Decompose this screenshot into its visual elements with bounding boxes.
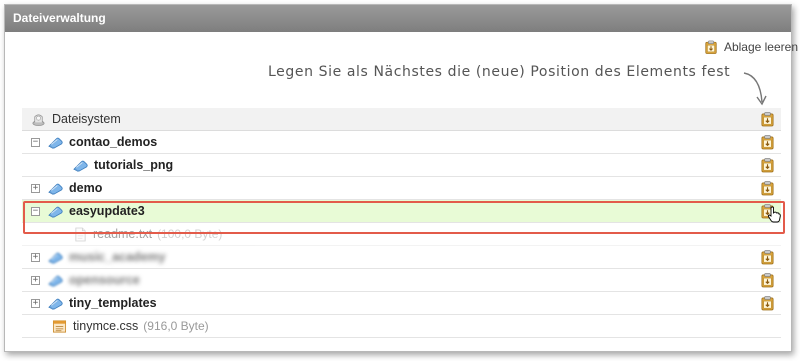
paste-into-icon[interactable] — [760, 157, 775, 173]
file-label[interactable]: tinymce.css — [73, 319, 138, 333]
file-icon — [74, 227, 87, 242]
file-tree: Dateisystem − contao_demos tutorials_png… — [22, 108, 781, 338]
folder-label[interactable]: opensource — [69, 273, 140, 287]
paste-into-icon[interactable] — [760, 111, 775, 127]
folder-label[interactable]: tutorials_png — [94, 158, 173, 172]
paste-into-icon[interactable] — [760, 249, 775, 265]
folder-icon — [47, 182, 64, 195]
folder-label[interactable]: contao_demos — [69, 135, 157, 149]
window-title: Dateiverwaltung — [5, 5, 791, 32]
paste-into-icon[interactable] — [760, 295, 775, 311]
folder-row-tiny-templates: + tiny_templates — [22, 292, 781, 315]
collapse-toggle[interactable]: − — [31, 137, 40, 147]
folder-icon — [47, 136, 64, 149]
file-size: (100,0 Byte) — [157, 227, 223, 241]
tree-root-row: Dateisystem — [22, 108, 781, 131]
expand-toggle[interactable]: + — [31, 252, 40, 262]
folder-row-contao-demos: − contao_demos — [22, 131, 781, 154]
hand-cursor-icon — [767, 206, 781, 223]
collapse-toggle[interactable]: − — [31, 206, 40, 216]
folder-icon — [47, 205, 64, 218]
file-row-readme: readme.txt (100,0 Byte) — [22, 223, 781, 246]
clear-clipboard-link[interactable]: Ablage leeren — [704, 38, 798, 56]
folder-row-blurred-1: + music_academy — [22, 246, 781, 269]
annotation-arrow-icon — [743, 72, 767, 106]
folder-icon — [47, 251, 64, 264]
tree-root-label: Dateisystem — [52, 112, 121, 126]
folder-icon — [47, 274, 64, 287]
folder-row-tutorials-png: tutorials_png — [22, 154, 781, 177]
file-label[interactable]: readme.txt — [93, 227, 152, 241]
clipboard-icon — [704, 40, 718, 54]
expand-toggle[interactable]: + — [31, 298, 40, 308]
paste-into-icon[interactable] — [760, 180, 775, 196]
expand-toggle[interactable]: + — [31, 183, 40, 193]
folder-label[interactable]: music_academy — [69, 250, 166, 264]
folder-label[interactable]: tiny_templates — [69, 296, 157, 310]
folder-label[interactable]: easyupdate3 — [69, 204, 145, 218]
folder-row-blurred-2: + opensource — [22, 269, 781, 292]
instruction-annotation: Legen Sie als Nächstes die (neue) Positi… — [268, 64, 731, 80]
clear-clipboard-label: Ablage leeren — [723, 40, 798, 54]
file-size: (916,0 Byte) — [143, 319, 209, 333]
paste-into-icon[interactable] — [760, 134, 775, 150]
folder-row-demo: + demo — [22, 177, 781, 200]
css-file-icon — [52, 319, 67, 334]
folder-icon — [72, 159, 89, 172]
folder-icon — [47, 297, 64, 310]
filesystem-icon — [31, 112, 46, 127]
paste-into-icon[interactable] — [760, 272, 775, 288]
folder-row-easyupdate3: − easyupdate3 — [22, 200, 781, 223]
folder-label[interactable]: demo — [69, 181, 102, 195]
file-row-tinymce-css: tinymce.css (916,0 Byte) — [22, 315, 781, 338]
expand-toggle[interactable]: + — [31, 275, 40, 285]
